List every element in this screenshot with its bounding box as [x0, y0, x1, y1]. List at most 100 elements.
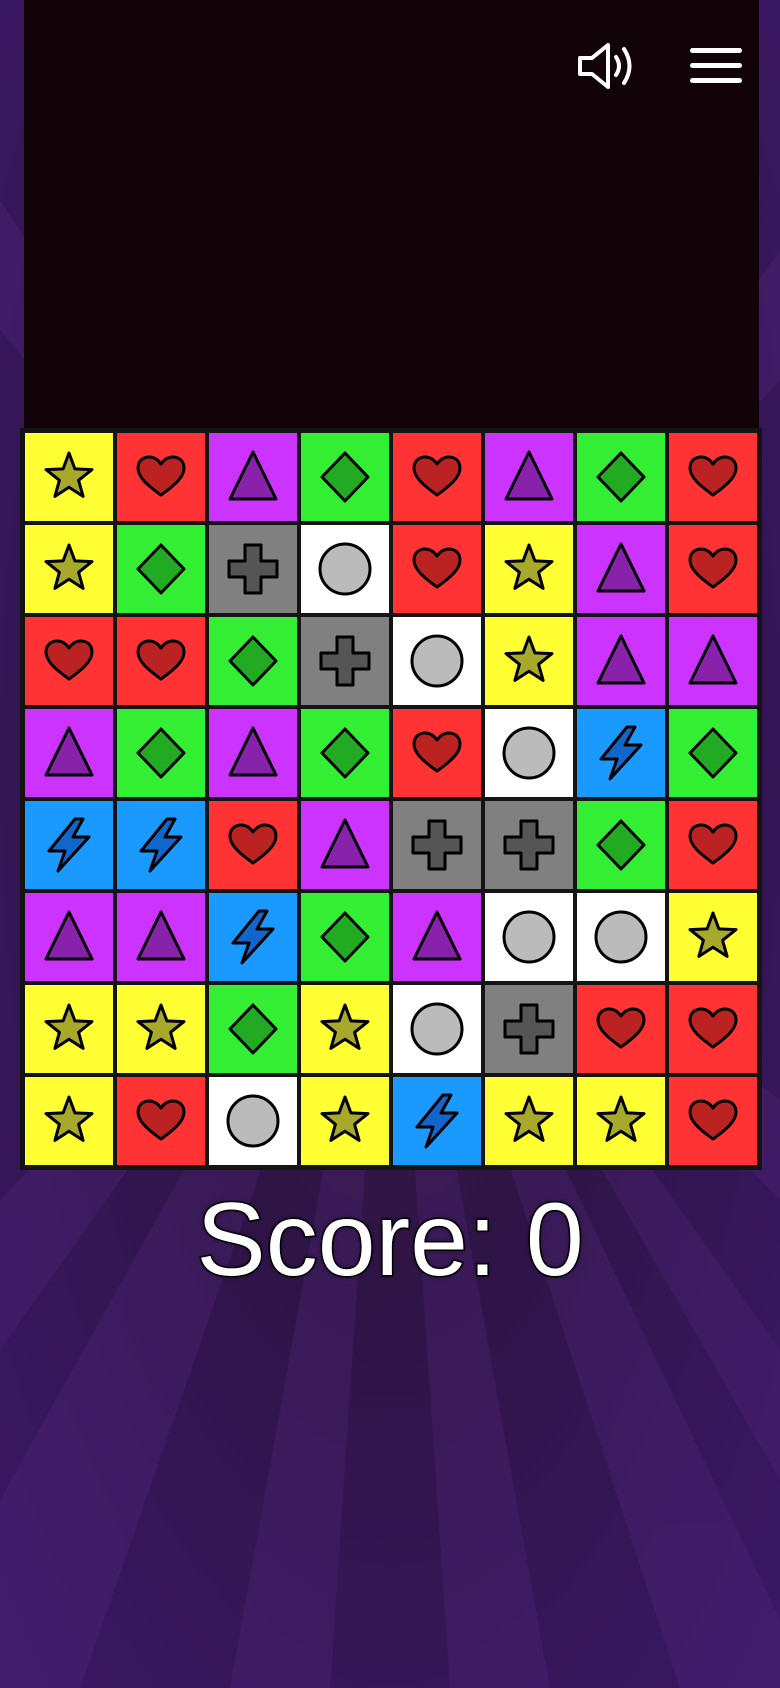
tile-heart[interactable]: [669, 985, 757, 1073]
tile-triangle[interactable]: [485, 433, 573, 521]
heart-icon: [136, 1099, 186, 1141]
tile-triangle[interactable]: [301, 801, 389, 889]
tile-plus[interactable]: [485, 801, 573, 889]
star-icon: [136, 1003, 186, 1050]
heart-icon: [688, 547, 738, 589]
star-icon: [504, 1095, 554, 1142]
tile-bolt[interactable]: [117, 801, 205, 889]
tile-diamond[interactable]: [669, 709, 757, 797]
heart-icon: [688, 823, 738, 865]
tile-plus[interactable]: [209, 525, 297, 613]
diamond-icon: [596, 819, 646, 871]
menu-button[interactable]: [680, 36, 752, 96]
tile-star[interactable]: [301, 1077, 389, 1165]
triangle-icon: [320, 818, 370, 869]
tile-star[interactable]: [25, 985, 113, 1073]
tile-star[interactable]: [485, 525, 573, 613]
tile-heart[interactable]: [117, 433, 205, 521]
tile-triangle[interactable]: [577, 525, 665, 613]
tile-plus[interactable]: [393, 801, 481, 889]
tile-triangle[interactable]: [577, 617, 665, 705]
tile-star[interactable]: [577, 1077, 665, 1165]
tile-heart[interactable]: [669, 525, 757, 613]
tile-heart[interactable]: [393, 433, 481, 521]
heart-icon: [688, 455, 738, 497]
tile-plus[interactable]: [485, 985, 573, 1073]
circle-icon: [226, 1094, 280, 1148]
tile-diamond[interactable]: [301, 709, 389, 797]
tile-star[interactable]: [301, 985, 389, 1073]
circle-icon: [318, 542, 372, 596]
tile-bolt[interactable]: [209, 893, 297, 981]
tile-heart[interactable]: [393, 525, 481, 613]
plus-icon: [411, 819, 463, 871]
tile-star[interactable]: [25, 433, 113, 521]
tile-heart[interactable]: [117, 617, 205, 705]
star-icon: [44, 543, 94, 590]
tile-heart[interactable]: [393, 709, 481, 797]
triangle-icon: [136, 910, 186, 961]
tile-bolt[interactable]: [25, 801, 113, 889]
star-icon: [320, 1095, 370, 1142]
tile-diamond[interactable]: [301, 433, 389, 521]
tile-diamond[interactable]: [577, 801, 665, 889]
triangle-icon: [688, 634, 738, 685]
tile-heart[interactable]: [669, 433, 757, 521]
tile-diamond[interactable]: [209, 985, 297, 1073]
heart-icon: [412, 547, 462, 589]
tile-plus[interactable]: [301, 617, 389, 705]
tile-star[interactable]: [669, 893, 757, 981]
tile-circle[interactable]: [485, 709, 573, 797]
tile-diamond[interactable]: [577, 433, 665, 521]
tile-heart[interactable]: [209, 801, 297, 889]
star-icon: [504, 543, 554, 590]
bolt-icon: [139, 817, 183, 873]
tile-star[interactable]: [25, 1077, 113, 1165]
diamond-icon: [228, 635, 278, 687]
bolt-icon: [599, 725, 643, 781]
tile-heart[interactable]: [25, 617, 113, 705]
tile-diamond[interactable]: [117, 525, 205, 613]
tile-triangle[interactable]: [209, 433, 297, 521]
sound-toggle-button[interactable]: [572, 36, 644, 96]
diamond-icon: [320, 911, 370, 963]
tile-heart[interactable]: [117, 1077, 205, 1165]
diamond-icon: [228, 1003, 278, 1055]
circle-icon: [502, 910, 556, 964]
tile-star[interactable]: [485, 1077, 573, 1165]
tile-diamond[interactable]: [209, 617, 297, 705]
tile-heart[interactable]: [669, 1077, 757, 1165]
tile-diamond[interactable]: [117, 709, 205, 797]
tile-circle[interactable]: [393, 617, 481, 705]
tile-triangle[interactable]: [117, 893, 205, 981]
top-panel: [24, 0, 759, 430]
tile-triangle[interactable]: [209, 709, 297, 797]
bolt-icon: [415, 1093, 459, 1149]
tile-bolt[interactable]: [577, 709, 665, 797]
tile-circle[interactable]: [393, 985, 481, 1073]
tile-triangle[interactable]: [25, 893, 113, 981]
score-display: Score: 0: [0, 1180, 780, 1300]
tile-bolt[interactable]: [393, 1077, 481, 1165]
tile-circle[interactable]: [209, 1077, 297, 1165]
tile-triangle[interactable]: [25, 709, 113, 797]
game-board: [20, 428, 762, 1170]
circle-icon: [410, 1002, 464, 1056]
tile-star[interactable]: [25, 525, 113, 613]
star-icon: [504, 635, 554, 682]
tile-circle[interactable]: [301, 525, 389, 613]
tile-circle[interactable]: [577, 893, 665, 981]
tile-diamond[interactable]: [301, 893, 389, 981]
heart-icon: [136, 455, 186, 497]
heart-icon: [228, 823, 278, 865]
tile-triangle[interactable]: [669, 617, 757, 705]
tile-star[interactable]: [485, 617, 573, 705]
tile-star[interactable]: [117, 985, 205, 1073]
tile-heart[interactable]: [577, 985, 665, 1073]
score-label: Score:: [195, 1181, 499, 1300]
tile-triangle[interactable]: [393, 893, 481, 981]
hamburger-menu-icon: [690, 48, 742, 83]
tile-circle[interactable]: [485, 893, 573, 981]
tile-heart[interactable]: [669, 801, 757, 889]
plus-icon: [503, 819, 555, 871]
